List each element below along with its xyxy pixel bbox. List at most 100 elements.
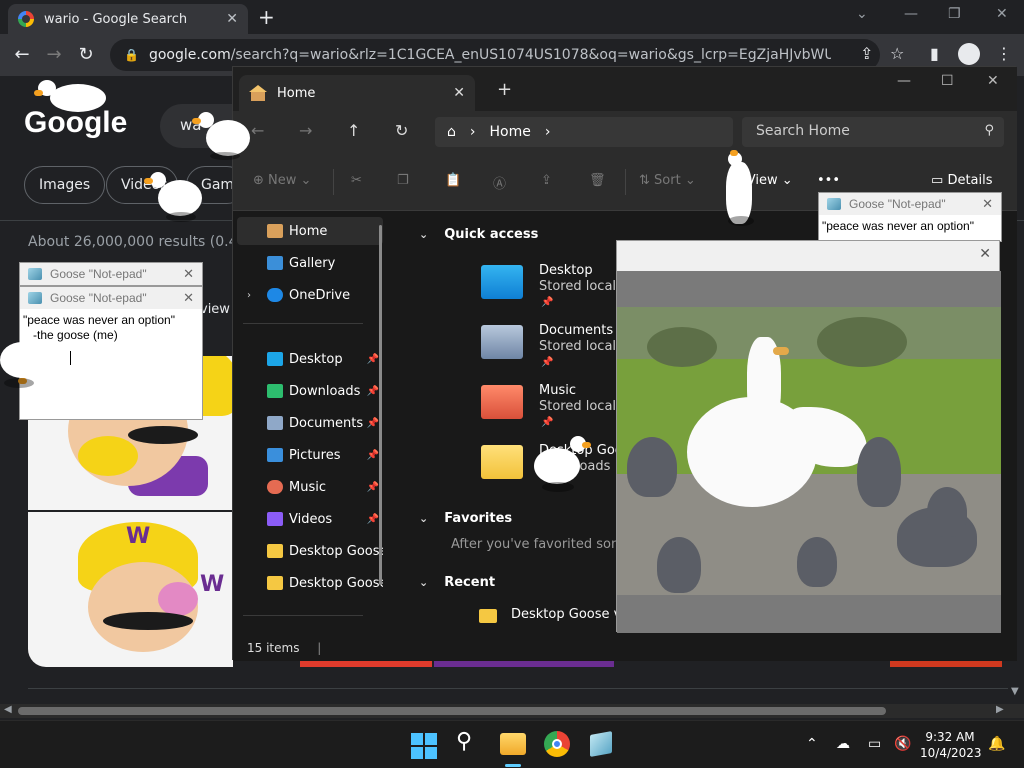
notepad-titlebar[interactable]: Goose "Not-epad" ✕ <box>20 263 202 285</box>
new-button[interactable]: ⊕ New ⌄ <box>253 173 311 188</box>
new-tab-button[interactable]: + <box>497 79 512 100</box>
maximize-icon[interactable]: ☐ <box>941 73 954 89</box>
chrome-tab[interactable]: wario - Google Search ✕ <box>8 4 248 34</box>
nav-item-documents[interactable]: Documents 📌 <box>237 409 383 437</box>
chrome-icon[interactable] <box>544 731 570 757</box>
chrome-center <box>552 739 562 749</box>
notepad-titlebar[interactable]: Goose "Not-epad" ✕ <box>819 193 1001 215</box>
close-tab-icon[interactable]: ✕ <box>453 85 465 101</box>
close-icon[interactable]: ✕ <box>183 266 194 282</box>
qa-name[interactable]: Music <box>539 383 576 398</box>
cut-icon[interactable]: ✂ <box>351 173 362 188</box>
documents-folder-icon[interactable] <box>481 325 523 359</box>
close-window-icon[interactable]: ✕ <box>987 73 999 89</box>
file-explorer-icon[interactable] <box>500 733 526 755</box>
chevron-right-icon[interactable]: › <box>247 290 251 301</box>
qa-sub: Stored locally <box>539 339 628 354</box>
nav-label: Pictures <box>289 447 341 463</box>
back-arrow-icon[interactable]: ← <box>6 44 38 65</box>
explorer-search-input[interactable]: Search Home ⚲ <box>742 117 1004 147</box>
nav-pane-scrollbar[interactable] <box>379 225 382 585</box>
onedrive-icon[interactable]: ☁ <box>836 736 850 752</box>
reload-icon[interactable]: ↻ <box>70 44 102 65</box>
notification-bell-icon[interactable]: 🔔 <box>988 736 1005 752</box>
nav-item-desktop-goose-1[interactable]: Desktop Goose v <box>237 537 383 565</box>
notepad-text[interactable]: "peace was never an option" -the goose (… <box>20 309 202 347</box>
nav-item-home[interactable]: Home <box>237 217 383 245</box>
profile-avatar[interactable] <box>958 43 980 65</box>
close-icon[interactable]: ✕ <box>979 246 991 262</box>
breadcrumb-home[interactable]: Home <box>490 124 531 140</box>
scroll-right-icon[interactable]: ▶ <box>996 704 1004 715</box>
section-quick-access[interactable]: ⌄ Quick access <box>419 227 538 242</box>
volume-muted-icon[interactable]: 🔇 <box>894 736 911 752</box>
chip-images[interactable]: Images <box>24 166 106 204</box>
explorer-address-bar[interactable]: ⌂ › Home › <box>435 117 733 147</box>
forward-arrow-icon[interactable]: → <box>38 44 70 65</box>
display-icon[interactable]: ▭ <box>868 736 881 752</box>
section-recent[interactable]: ⌄ Recent <box>419 575 495 590</box>
paste-icon[interactable]: 📋 <box>445 173 461 188</box>
close-window-icon[interactable]: ✕ <box>996 6 1008 22</box>
new-tab-button[interactable]: + <box>258 5 275 29</box>
chevron-up-icon[interactable]: ⌃ <box>806 736 818 752</box>
menu-kebab-icon[interactable]: ⋮ <box>996 44 1012 63</box>
up-arrow-icon[interactable]: ↑ <box>347 121 360 140</box>
nav-item-onedrive[interactable]: › OneDrive <box>237 281 383 309</box>
notepad-text[interactable]: "peace was never an option" <box>819 215 1001 238</box>
share-icon[interactable]: ⇪ <box>541 173 552 188</box>
nav-item-videos[interactable]: Videos 📌 <box>237 505 383 533</box>
nav-item-downloads[interactable]: Downloads 📌 <box>237 377 383 405</box>
minimize-icon[interactable]: — <box>897 73 911 89</box>
forward-arrow-icon[interactable]: → <box>299 121 312 140</box>
sort-button[interactable]: ⇅ Sort ⌄ <box>639 173 696 188</box>
goose-meme-window[interactable]: ✕ <box>616 240 1001 633</box>
wario-image-2[interactable]: W W <box>28 512 233 667</box>
copy-icon[interactable]: ❐ <box>397 173 409 188</box>
goose-notepad-1[interactable]: Goose "Not-epad" ✕ <box>19 262 203 286</box>
back-arrow-icon[interactable]: ← <box>251 121 264 140</box>
pigeon-shape <box>927 487 967 537</box>
tab-search-icon[interactable]: ⌄ <box>856 6 868 22</box>
goose-notepad-2[interactable]: Goose "Not-epad" ✕ "peace was never an o… <box>19 286 203 420</box>
scrollbar-thumb[interactable] <box>18 707 886 715</box>
nav-item-gallery[interactable]: Gallery <box>237 249 383 277</box>
side-panel-icon[interactable]: ▮ <box>930 44 939 63</box>
clock[interactable]: 9:32 AM 10/4/2023 <box>920 729 982 761</box>
music-folder-icon[interactable] <box>481 385 523 419</box>
results-count: About 26,000,000 results (0.45 <box>28 234 247 250</box>
horizontal-scrollbar[interactable]: ◀ ▶ <box>0 704 1024 718</box>
more-options-icon[interactable]: ••• <box>817 173 840 188</box>
scroll-down-icon[interactable]: ▼ <box>1011 686 1019 697</box>
goose-body <box>534 448 580 484</box>
delete-icon[interactable]: 🗑 <box>589 173 606 188</box>
notepad-titlebar[interactable]: Goose "Not-epad" ✕ <box>20 287 202 309</box>
notepad-app-icon[interactable] <box>590 731 612 757</box>
scroll-left-icon[interactable]: ◀ <box>4 704 12 715</box>
qa-name[interactable]: Documents <box>539 323 613 338</box>
desktop-folder-icon[interactable] <box>481 265 523 299</box>
qa-name[interactable]: Desktop <box>539 263 593 278</box>
nav-item-desktop[interactable]: Desktop 📌 <box>237 345 383 373</box>
goose-notepad-3[interactable]: Goose "Not-epad" ✕ "peace was never an o… <box>818 192 1002 242</box>
section-favorites[interactable]: ⌄ Favorites <box>419 511 512 526</box>
folder-icon[interactable] <box>481 445 523 479</box>
rename-icon[interactable]: Ⓐ <box>493 173 506 192</box>
clock-time: 9:32 AM <box>925 730 975 744</box>
minimize-icon[interactable]: — <box>904 6 918 22</box>
refresh-icon[interactable]: ↻ <box>395 121 408 140</box>
close-icon[interactable]: ✕ <box>183 290 194 306</box>
section-label: Quick access <box>444 227 539 242</box>
share-icon[interactable]: ⇪ <box>860 44 873 63</box>
nav-item-desktop-goose-2[interactable]: Desktop Goose v <box>237 569 383 597</box>
bookmark-star-icon[interactable]: ☆ <box>890 44 904 63</box>
start-button[interactable] <box>411 733 437 759</box>
close-tab-icon[interactable]: ✕ <box>226 11 238 27</box>
details-button[interactable]: ▭ Details <box>931 173 993 188</box>
nav-item-pictures[interactable]: Pictures 📌 <box>237 441 383 469</box>
search-icon[interactable]: ⚲ <box>456 729 484 757</box>
close-icon[interactable]: ✕ <box>982 196 993 212</box>
explorer-tab-home[interactable]: Home ✕ <box>239 75 475 111</box>
restore-icon[interactable]: ❐ <box>948 6 961 22</box>
nav-item-music[interactable]: Music 📌 <box>237 473 383 501</box>
